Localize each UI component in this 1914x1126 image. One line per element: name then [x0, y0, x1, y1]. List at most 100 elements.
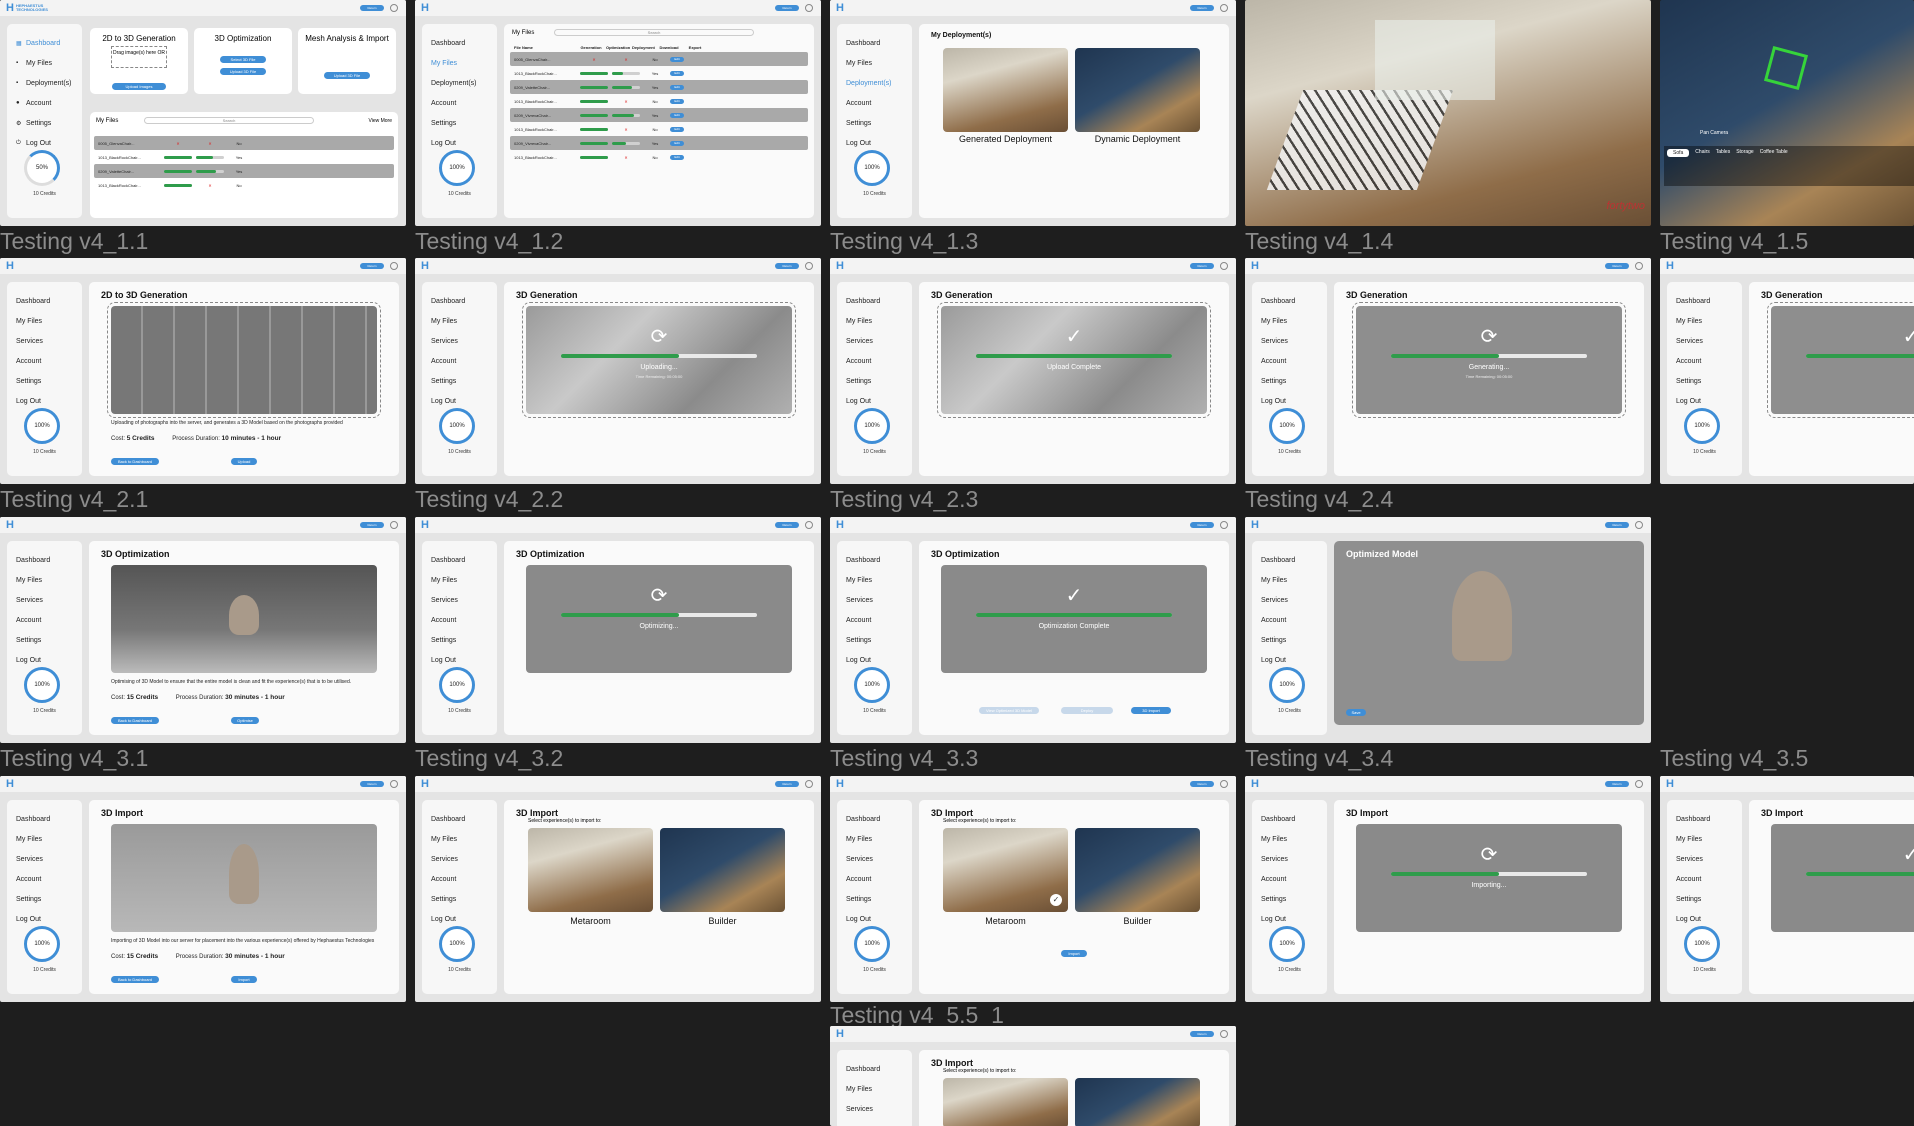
select-3d-button[interactable]: Select 3D File — [220, 56, 266, 63]
nav-my-files[interactable]: My Files — [1667, 311, 1742, 331]
nav-dashboard[interactable]: Dashboard — [7, 550, 82, 570]
nav-account[interactable]: Account — [7, 869, 82, 889]
nav-settings[interactable]: Settings — [7, 371, 82, 391]
nav-account[interactable]: Account — [1252, 869, 1327, 889]
nav-my-files[interactable]: My Files — [837, 570, 912, 590]
avatar[interactable] — [805, 4, 813, 12]
nav-dashboard[interactable]: Dashboard — [422, 291, 497, 311]
table-row[interactable]: 1013_BlackRockChair... ✕ No Edit — [510, 94, 808, 108]
builder-option[interactable] — [1075, 828, 1200, 912]
nav-dashboard[interactable]: Dashboard — [1252, 550, 1327, 570]
nav-services[interactable]: Services — [837, 590, 912, 610]
nav-my-files[interactable]: My Files — [7, 311, 82, 331]
tab-chairs[interactable]: Chairs — [1695, 149, 1709, 183]
nav-dashboard[interactable]: Dashboard — [422, 550, 497, 570]
nav-dashboard[interactable]: Dashboard — [7, 809, 82, 829]
view-more-link[interactable]: View More — [368, 118, 392, 124]
edit-button[interactable]: Edit — [670, 56, 684, 62]
table-row[interactable]: 0209_ValetteChair... Yes — [94, 164, 394, 178]
edit-button[interactable]: Edit — [670, 98, 684, 104]
table-row[interactable]: 0209_ValetteChair... Yes Edit — [510, 80, 808, 94]
import-button[interactable]: Import — [231, 976, 257, 983]
nav-settings[interactable]: Settings — [837, 371, 912, 391]
generated-deployment-thumb[interactable] — [943, 48, 1068, 132]
edit-button[interactable]: Edit — [670, 70, 684, 76]
search-input[interactable]: Search — [144, 117, 314, 124]
nav-my-files[interactable]: My Files — [422, 311, 497, 331]
avatar[interactable] — [1220, 262, 1228, 270]
nav-dashboard[interactable]: Dashboard — [837, 33, 912, 53]
back-to-dashboard-button[interactable]: Back to Dashboard — [111, 976, 159, 983]
return-button[interactable]: Return — [1190, 5, 1214, 11]
nav-deployments[interactable]: Deployment(s) — [837, 73, 912, 93]
return-button[interactable]: Return — [1605, 522, 1629, 528]
avatar[interactable] — [1635, 521, 1643, 529]
back-to-dashboard-button[interactable]: Back to Dashboard — [111, 717, 159, 724]
return-button[interactable]: Return — [360, 522, 384, 528]
model-preview[interactable] — [111, 565, 377, 673]
nav-dashboard[interactable]: Dashboard — [1667, 291, 1742, 311]
nav-account[interactable]: Account — [1252, 610, 1327, 630]
tab-coffee-table[interactable]: Coffee Table — [1760, 149, 1788, 183]
nav-dashboard[interactable]: Dashboard — [837, 291, 912, 311]
model-preview[interactable] — [111, 824, 377, 932]
table-row[interactable]: 1013_BlackRockChair... Yes Edit — [510, 66, 808, 80]
table-row[interactable]: 1013_BlackRockChair... ✕ No Edit — [510, 150, 808, 164]
nav-my-files[interactable]: My Files — [7, 570, 82, 590]
avatar[interactable] — [1635, 262, 1643, 270]
return-button[interactable]: Return — [360, 781, 384, 787]
nav-my-files[interactable]: My Files — [7, 829, 82, 849]
nav-account[interactable]: Account — [837, 869, 912, 889]
nav-my-files[interactable]: My Files — [1252, 829, 1327, 849]
nav-settings[interactable]: Settings — [7, 630, 82, 650]
nav-account[interactable]: Account — [422, 351, 497, 371]
nav-settings[interactable]: Settings — [1252, 889, 1327, 909]
metaroom-option[interactable] — [943, 1078, 1068, 1126]
nav-services[interactable]: Services — [1667, 849, 1742, 869]
nav-dashboard[interactable]: ▦ Dashboard — [7, 33, 82, 53]
nav-services[interactable]: Services — [422, 849, 497, 869]
nav-account[interactable]: Account — [1667, 869, 1742, 889]
nav-services[interactable]: Services — [837, 331, 912, 351]
photo-grid[interactable] — [107, 302, 381, 418]
nav-my-files[interactable]: My Files — [422, 570, 497, 590]
drop-zone[interactable]: Drag image(s) here OR — [111, 46, 167, 68]
return-button[interactable]: Return — [775, 263, 799, 269]
avatar[interactable] — [1220, 4, 1228, 12]
save-button[interactable]: Save — [1346, 709, 1366, 716]
return-button[interactable]: Return — [360, 5, 384, 11]
edit-button[interactable]: Edit — [670, 126, 684, 132]
edit-button[interactable]: Edit — [670, 154, 684, 160]
nav-my-files[interactable]: ▪ My Files — [7, 53, 82, 73]
nav-account[interactable]: Account — [1667, 351, 1742, 371]
nav-settings[interactable]: Settings — [422, 371, 497, 391]
nav-services[interactable]: Services — [1252, 849, 1327, 869]
dynamic-deployment-thumb[interactable] — [1075, 48, 1200, 132]
nav-dashboard[interactable]: Dashboard — [837, 809, 912, 829]
nav-services[interactable]: Services — [1667, 331, 1742, 351]
nav-settings[interactable]: Settings — [837, 889, 912, 909]
upload-images-button[interactable]: Upload Images — [112, 83, 166, 90]
table-row[interactable]: 1013_BlackRockChair... ✕ No Edit — [510, 122, 808, 136]
room-viewer[interactable]: fortytwo — [1245, 0, 1651, 226]
avatar[interactable] — [805, 521, 813, 529]
nav-account[interactable]: Account — [422, 869, 497, 889]
return-button[interactable]: Return — [775, 781, 799, 787]
nav-account[interactable]: ● Account — [7, 93, 82, 113]
nav-settings[interactable]: Settings — [7, 889, 82, 909]
nav-settings[interactable]: Settings — [1252, 371, 1327, 391]
search-input[interactable]: Search — [554, 29, 754, 36]
3d-import-button[interactable]: 3D Import — [1131, 707, 1171, 714]
nav-services[interactable]: Services — [837, 1099, 912, 1119]
nav-settings[interactable]: Settings — [1667, 889, 1742, 909]
return-button[interactable]: Return — [775, 5, 799, 11]
return-button[interactable]: Return — [1190, 522, 1214, 528]
nav-services[interactable]: Services — [7, 590, 82, 610]
edit-button[interactable]: Edit — [670, 112, 684, 118]
avatar[interactable] — [390, 780, 398, 788]
nav-dashboard[interactable]: Dashboard — [837, 1059, 912, 1079]
avatar[interactable] — [805, 780, 813, 788]
builder-option[interactable] — [660, 828, 785, 912]
nav-dashboard[interactable]: Dashboard — [1667, 809, 1742, 829]
nav-my-files[interactable]: My Files — [422, 829, 497, 849]
